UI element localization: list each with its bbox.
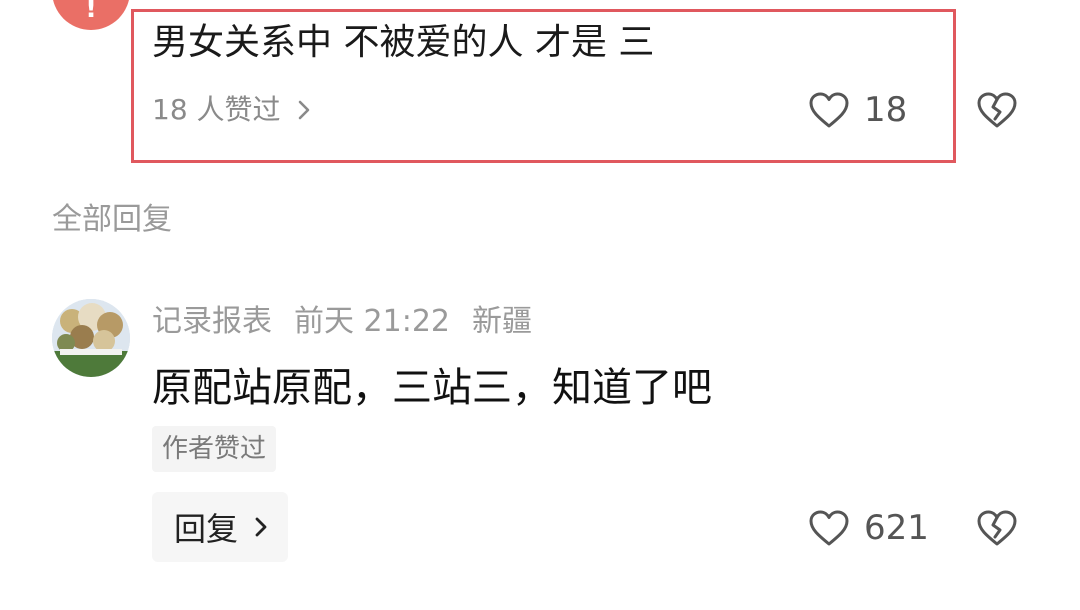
comment-thread: ! 男女关系中 不被爱的人 才是 三 18 人赞过 18 全部回复 记录报表 前…: [0, 0, 1080, 610]
reply-button[interactable]: 回复: [152, 492, 288, 562]
broken-heart-icon: [976, 509, 1018, 547]
username[interactable]: 记录报表: [152, 304, 272, 339]
reply-button-label: 回复: [174, 510, 239, 548]
heart-outline-icon: [808, 509, 850, 547]
reply-meta: 记录报表 前天 21:22 新疆: [152, 301, 554, 343]
top-like-button[interactable]: 18: [808, 90, 907, 130]
heart-outline-icon: [808, 91, 850, 129]
reply-like-button[interactable]: 621: [808, 508, 929, 548]
reply-like-count: 621: [864, 508, 929, 548]
chevron-right-icon: [287, 90, 311, 130]
top-dislike-button[interactable]: [976, 91, 1018, 129]
liked-by-label: 18 人赞过: [152, 93, 281, 126]
exclamation-icon: !: [85, 0, 97, 24]
timestamp: 前天 21:22: [294, 304, 450, 339]
chevron-right-icon: [246, 515, 268, 539]
top-comment-avatar[interactable]: !: [52, 0, 130, 30]
author-liked-badge: 作者赞过: [152, 426, 277, 472]
reply-dislike-button[interactable]: [976, 509, 1018, 547]
liked-by-link[interactable]: 18 人赞过: [152, 90, 311, 130]
broken-heart-icon: [976, 91, 1018, 129]
top-comment-text: 男女关系中 不被爱的人 才是 三: [152, 22, 655, 63]
avatar[interactable]: [52, 299, 130, 377]
location: 新疆: [472, 304, 532, 339]
all-replies-heading: 全部回复: [52, 202, 172, 237]
top-like-count: 18: [864, 90, 908, 130]
reply-comment-text: 原配站原配，三站三，知道了吧: [152, 365, 712, 411]
